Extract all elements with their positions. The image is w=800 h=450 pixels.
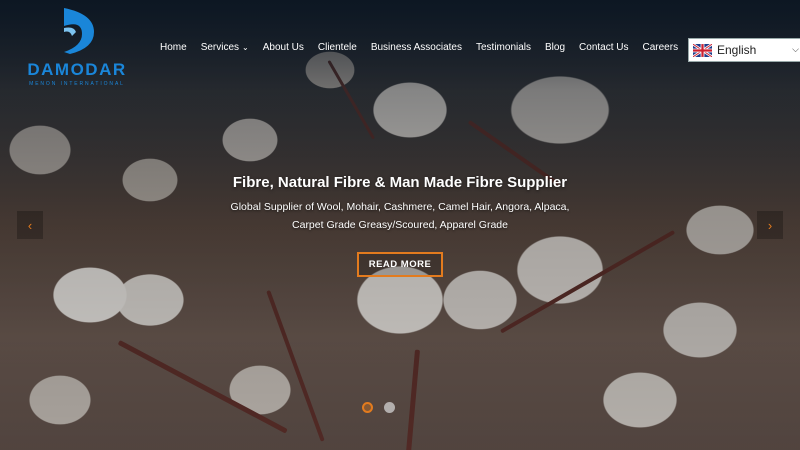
nav-item-label: About Us — [262, 41, 304, 53]
hero-subtitle-line2: Carpet Grade Greasy/Scoured, Apparel Gra… — [292, 219, 508, 231]
slider-pagination — [362, 402, 406, 413]
nav-item-label: Services — [200, 41, 240, 53]
nav-item-label: Home — [160, 41, 187, 53]
nav-item-label: Testimonials — [475, 41, 532, 53]
nav-item-blog[interactable]: Blog — [545, 42, 565, 53]
chevron-left-icon: ‹ — [27, 217, 33, 233]
slider-next-button[interactable]: › — [757, 211, 783, 239]
nav-item-careers[interactable]: Careers — [643, 42, 679, 53]
slider-dot-1[interactable] — [362, 402, 373, 413]
brand-logo[interactable]: DAMODAR MENON INTERNATIONAL — [24, 8, 130, 88]
language-selected-label: English — [717, 43, 757, 57]
nav-item-label: Business Associates — [370, 41, 462, 53]
slider-dot-2[interactable] — [384, 402, 395, 413]
nav-item-home[interactable]: Home — [160, 42, 187, 53]
nav-item-testimonials[interactable]: Testimonials — [476, 42, 531, 53]
chevron-down-icon: ⌵ — [792, 44, 799, 54]
nav-item-contact-us[interactable]: Contact Us — [579, 42, 628, 53]
main-navigation: Home Services ⌄ About Us Clientele Busine… — [160, 40, 692, 54]
chevron-right-icon: › — [767, 217, 773, 233]
hero-subtitle-line1: Global Supplier of Wool, Mohair, Cashmer… — [230, 201, 570, 213]
nav-item-label: Blog — [545, 41, 566, 53]
brand-name: DAMODAR — [27, 60, 127, 79]
language-selector[interactable]: English ⌵ — [688, 38, 800, 62]
nav-item-label: Careers — [642, 41, 679, 53]
chevron-down-icon: ⌄ — [242, 42, 249, 52]
brand-tagline: MENON INTERNATIONAL — [29, 81, 125, 87]
nav-item-business-associates[interactable]: Business Associates — [371, 42, 462, 53]
nav-item-services[interactable]: Services ⌄ — [201, 42, 249, 53]
logo-mark-icon — [64, 8, 94, 54]
uk-flag-icon — [693, 43, 712, 57]
hero-title: Fibre, Natural Fibre & Man Made Fibre Su… — [232, 174, 568, 191]
read-more-button[interactable]: READ MORE — [357, 252, 443, 277]
nav-item-label: Contact Us — [579, 41, 629, 53]
nav-item-label: Clientele — [317, 41, 357, 53]
nav-item-clientele[interactable]: Clientele — [318, 42, 357, 53]
slider-prev-button[interactable]: ‹ — [17, 211, 43, 239]
nav-item-about-us[interactable]: About Us — [263, 42, 304, 53]
